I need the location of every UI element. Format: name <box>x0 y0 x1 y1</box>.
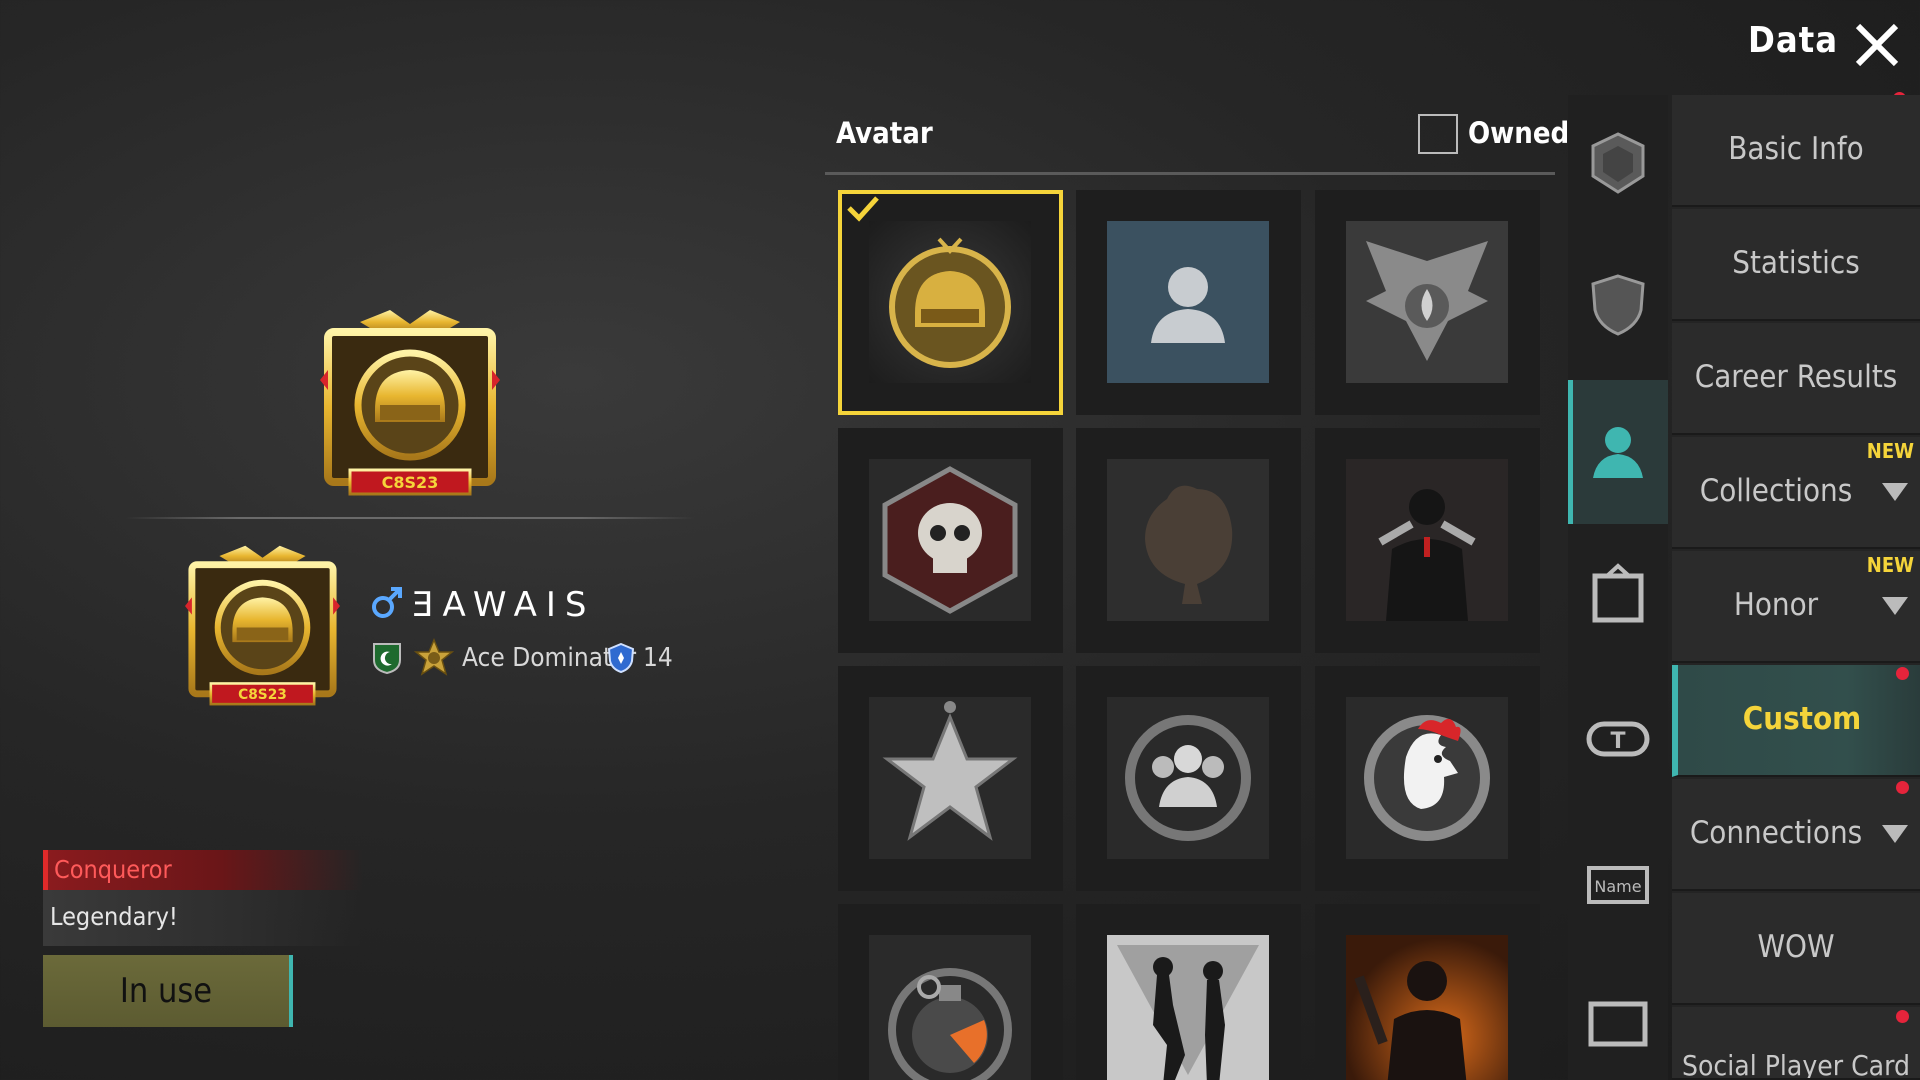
avatar-item-default[interactable] <box>1076 190 1301 415</box>
owned-filter-label[interactable]: Owned <box>1468 116 1569 150</box>
menu-collections[interactable]: NEW Collections <box>1672 437 1920 549</box>
helmet-avatar-icon <box>869 221 1031 383</box>
chevron-down-icon <box>1882 597 1908 615</box>
soldier-fire-avatar-icon <box>1346 935 1508 1080</box>
pakistan-flag-icon <box>372 642 402 675</box>
menu-label: WOW <box>1757 929 1835 965</box>
menu-custom[interactable]: Custom <box>1672 665 1920 777</box>
card-icon[interactable] <box>1585 990 1651 1056</box>
notification-dot <box>1896 1010 1909 1023</box>
frame-season-label: C8S23 <box>382 473 439 492</box>
menu-statistics[interactable]: Statistics <box>1672 209 1920 321</box>
player-avatar: C8S23 <box>185 545 340 710</box>
winged-emblem-avatar-icon <box>1346 221 1508 383</box>
divider <box>125 517 695 519</box>
close-button[interactable] <box>1852 20 1902 70</box>
level-shield-icon <box>607 642 635 674</box>
nameplate-icon[interactable]: Name <box>1585 850 1651 916</box>
chevron-down-icon <box>1882 483 1908 501</box>
player-title: Conqueror <box>54 855 172 884</box>
avatar-item-soldier[interactable] <box>1315 904 1540 1080</box>
menu-honor[interactable]: NEW Honor <box>1672 551 1920 663</box>
menu-social-player-card[interactable]: Social Player Card <box>1672 1007 1920 1080</box>
frame-icon[interactable] <box>1585 562 1651 628</box>
avatar-item-grenade[interactable] <box>838 904 1063 1080</box>
avatar-item-star[interactable] <box>838 666 1063 891</box>
default-user-avatar-icon <box>1107 221 1269 383</box>
avatar-item-pistols[interactable] <box>1315 428 1540 653</box>
new-badge: NEW <box>1866 553 1914 577</box>
notification-dot <box>1896 667 1909 680</box>
menu-label: Custom <box>1742 701 1862 737</box>
dual-pistols-avatar-icon <box>1346 459 1508 621</box>
menu-basic-info[interactable]: Basic Info <box>1672 95 1920 207</box>
notification-dot <box>1896 781 1909 794</box>
menu-label: Basic Info <box>1728 131 1864 167</box>
section-divider <box>825 172 1555 175</box>
frame-season-label-small: C8S23 <box>238 687 287 703</box>
menu-label: Statistics <box>1732 245 1860 281</box>
menu-label: Social Player Card <box>1682 1049 1910 1080</box>
chicken-silhouette-avatar-icon <box>1107 459 1269 621</box>
ace-dominator-tier-icon <box>413 638 455 678</box>
avatar-item-chicken[interactable] <box>1076 428 1301 653</box>
male-gender-icon <box>372 585 402 619</box>
menu-label: Collections <box>1699 473 1853 509</box>
menu-label: Connections <box>1689 815 1863 851</box>
page-title: Data <box>1748 20 1839 61</box>
new-badge: NEW <box>1866 439 1914 463</box>
svg-text:T: T <box>1610 729 1625 754</box>
avatar-item-skull[interactable] <box>838 428 1063 653</box>
player-name: ƎAWAIS <box>412 585 596 625</box>
menu-label: Career Results <box>1694 359 1898 395</box>
star-medal-avatar-icon <box>869 697 1031 859</box>
avatar-icon[interactable] <box>1585 418 1651 484</box>
grenade-avatar-icon <box>869 935 1031 1080</box>
emblem-icon[interactable] <box>1585 130 1651 196</box>
avatar-item-rooster[interactable] <box>1315 666 1540 891</box>
duo-fighters-avatar-icon <box>1107 935 1269 1080</box>
title-badge-icon[interactable]: T <box>1585 706 1651 772</box>
close-icon <box>1855 23 1899 67</box>
avatar-item-squad[interactable] <box>1076 666 1301 891</box>
player-motto: Legendary! <box>50 902 178 931</box>
chevron-down-icon <box>1882 825 1908 843</box>
avatar-section-header: Avatar <box>836 116 933 150</box>
menu-connections[interactable]: Connections <box>1672 779 1920 891</box>
rooster-emblem-avatar-icon <box>1346 697 1508 859</box>
menu-wow[interactable]: WOW <box>1672 893 1920 1005</box>
in-use-button[interactable]: In use <box>43 955 293 1027</box>
player-level: 14 <box>643 643 673 673</box>
menu-career-results[interactable]: Career Results <box>1672 323 1920 435</box>
avatar-preview-large: C8S23 <box>320 310 500 500</box>
squad-emblem-avatar-icon <box>1107 697 1269 859</box>
skull-hexagon-avatar-icon <box>869 459 1031 621</box>
menu-label: Honor <box>1733 587 1819 623</box>
owned-checkbox[interactable] <box>1418 114 1458 154</box>
avatar-item-duo[interactable] <box>1076 904 1301 1080</box>
selected-check-icon <box>847 196 879 222</box>
shield-icon[interactable] <box>1585 272 1651 338</box>
avatar-item-winged-emblem[interactable] <box>1315 190 1540 415</box>
svg-text:Name: Name <box>1594 877 1641 896</box>
avatar-item-helmet[interactable] <box>838 190 1063 415</box>
